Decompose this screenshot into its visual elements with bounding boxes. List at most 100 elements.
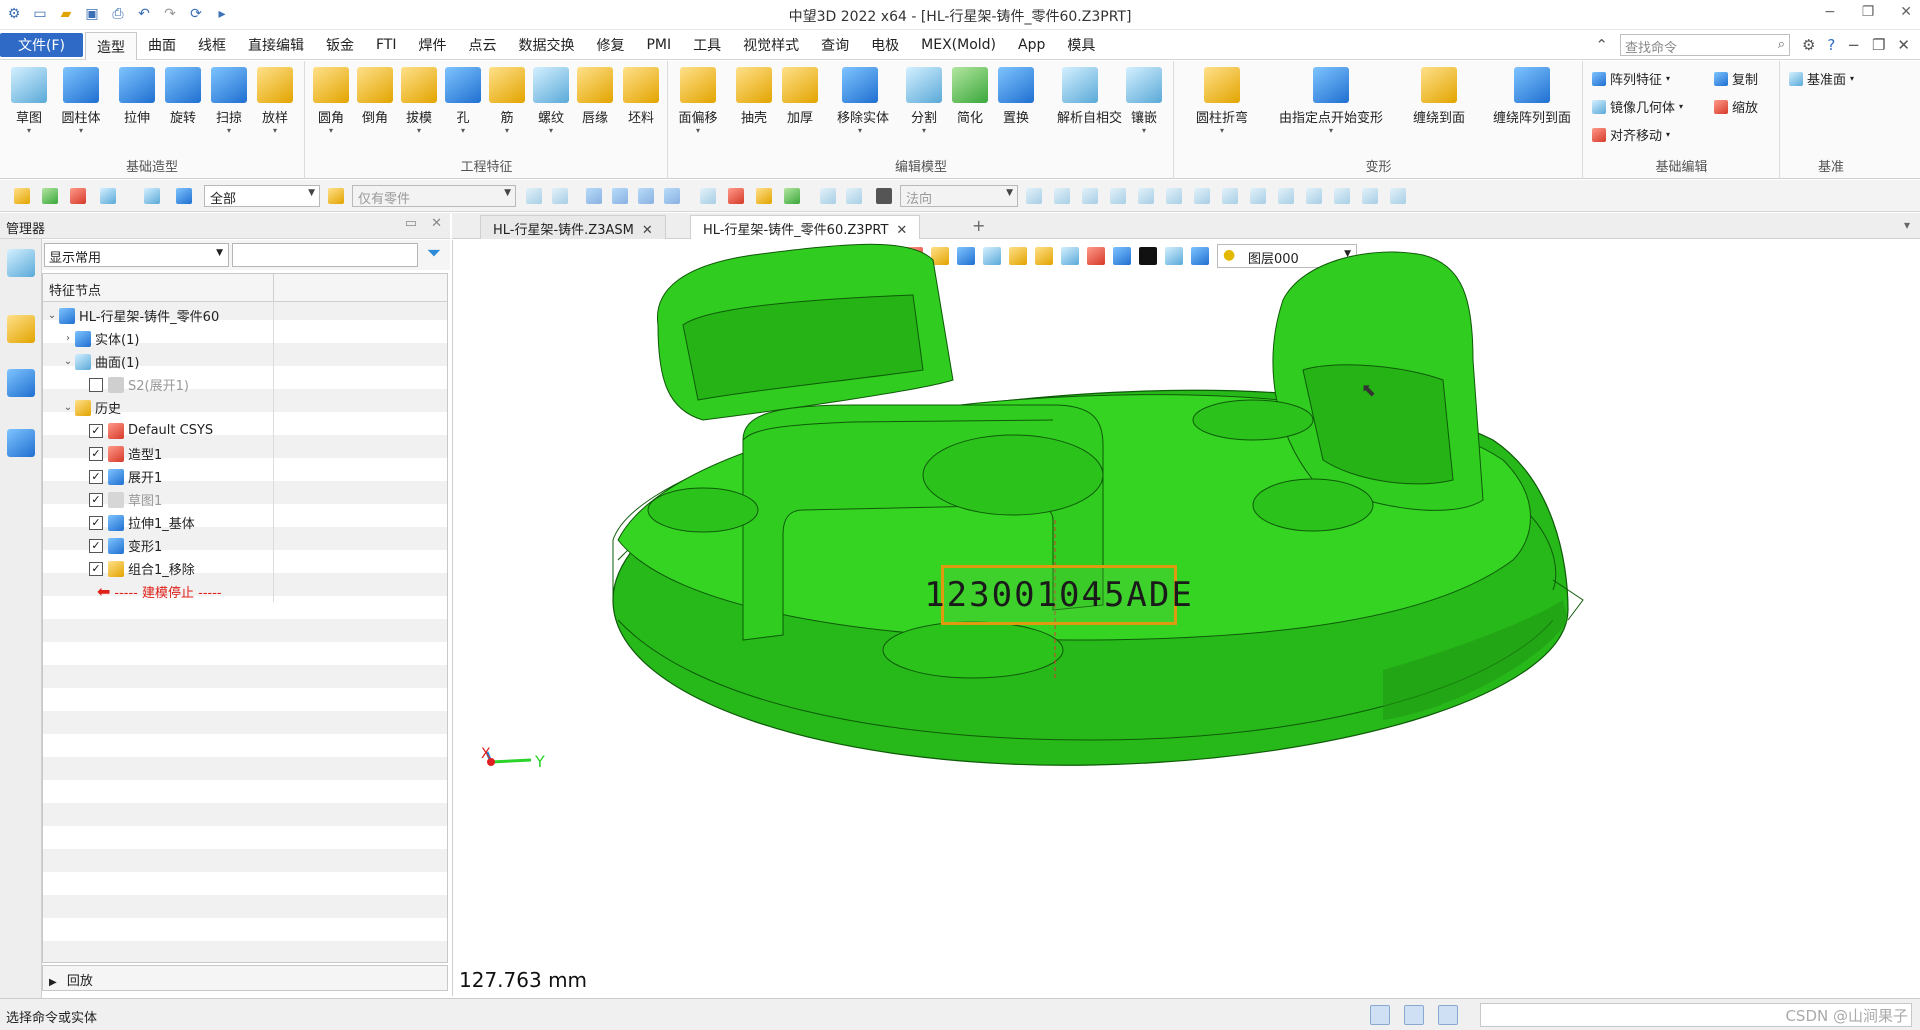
restore-button[interactable]: ❐ — [1862, 4, 1875, 20]
align-right-icon[interactable] — [638, 188, 654, 204]
remove-solid-button[interactable]: 移除实体 ▾ — [837, 65, 889, 145]
doc-restore-icon[interactable]: ❐ — [1872, 36, 1885, 54]
loft-button[interactable]: 放样 ▾ — [252, 65, 298, 145]
collapse-icon[interactable]: ⌄ — [45, 310, 59, 321]
tree-search-input[interactable] — [232, 243, 418, 267]
stock-button[interactable]: 坯料 — [618, 65, 664, 145]
line-icon[interactable] — [1138, 188, 1154, 204]
tab-assembly-doc[interactable]: HL-行星架-铸件.Z3ASM ✕ — [480, 215, 666, 239]
tree-node-unfold1[interactable]: ✓ 展开1 — [89, 465, 162, 488]
command-search-input[interactable]: 查找命令 ⌕ — [1619, 34, 1790, 56]
eye-icon[interactable] — [1362, 188, 1378, 204]
face-offset-button[interactable]: 面偏移 ▾ — [675, 65, 721, 145]
tab-fti[interactable]: FTI — [365, 30, 408, 60]
mirror-geometry-button[interactable]: 镜像几何体 ▾ — [1592, 97, 1683, 116]
inlay-button[interactable]: 镶嵌 ▾ — [1121, 65, 1167, 145]
visibility-checkbox[interactable]: ✓ — [89, 446, 103, 461]
tree-node-sketch1[interactable]: ✓ 草图1 — [89, 488, 162, 511]
stop-icon[interactable] — [876, 188, 892, 204]
cursor-snap-icon[interactable] — [1026, 188, 1042, 204]
add-selection-icon[interactable] — [42, 188, 58, 204]
tab-point-cloud[interactable]: 点云 — [457, 30, 507, 60]
snap2-icon[interactable] — [552, 188, 568, 204]
replace-button[interactable]: 置换 — [993, 65, 1039, 145]
circle-icon[interactable] — [1222, 188, 1238, 204]
build-stop-marker[interactable]: ⬅ ----- 建模停止 ----- — [97, 580, 222, 603]
thicken-button[interactable]: 加厚 — [777, 65, 823, 145]
copy-button[interactable]: 复制 — [1714, 69, 1758, 88]
tree-node-surface[interactable]: ⌄ 曲面(1) — [61, 350, 139, 373]
display-filter-select[interactable]: 显示常用 ▼ — [44, 243, 229, 267]
tab-list-icon[interactable]: ▾ — [1904, 218, 1910, 232]
close-tab-icon[interactable]: ✕ — [642, 223, 653, 238]
expand-icon[interactable]: › — [61, 333, 75, 344]
tree-node-combine1[interactable]: ✓ 组合1_移除 — [89, 557, 195, 580]
collapse-icon[interactable]: ⌄ — [61, 402, 75, 413]
chamfer-button[interactable]: 倒角 — [352, 65, 398, 145]
circle-center-icon[interactable] — [1194, 188, 1210, 204]
status-toggle-icon[interactable] — [1370, 1005, 1390, 1025]
shell-button[interactable]: 抽壳 — [731, 65, 777, 145]
tab-weldment[interactable]: 焊件 — [407, 30, 457, 60]
draft-button[interactable]: 拔模 ▾ — [396, 65, 442, 145]
filter-funnel-icon[interactable]: ⏷ — [422, 243, 446, 267]
tab-direct-edit[interactable]: 直接编辑 — [237, 30, 315, 60]
align-move-button[interactable]: 对齐移动 ▾ — [1592, 125, 1670, 144]
extrude-button[interactable]: 拉伸 — [114, 65, 160, 145]
tab-mex-mold[interactable]: MEX(Mold) — [910, 30, 1007, 60]
tab-visual-style[interactable]: 视觉样式 — [732, 30, 810, 60]
wave-icon[interactable] — [1278, 188, 1294, 204]
rib-button[interactable]: 筋 ▾ — [484, 65, 530, 145]
sweep-button[interactable]: 扫掠 ▾ — [206, 65, 252, 145]
history-tree-icon[interactable] — [7, 249, 35, 277]
close-tab-icon[interactable]: ✕ — [896, 223, 907, 238]
folder-filter-icon[interactable] — [756, 188, 772, 204]
snap-icon[interactable] — [526, 188, 542, 204]
visibility-checkbox[interactable]: ✓ — [89, 492, 103, 507]
visibility-checkbox[interactable]: ✓ — [89, 423, 103, 438]
bracket-icon[interactable] — [846, 188, 862, 204]
cylinder-bend-button[interactable]: 圆柱折弯 ▾ — [1187, 65, 1257, 145]
align-left-icon[interactable] — [586, 188, 602, 204]
user-icon[interactable] — [7, 429, 35, 457]
vee-icon[interactable] — [1250, 188, 1266, 204]
hex-select-icon[interactable] — [144, 188, 160, 204]
tangent-icon[interactable] — [1334, 188, 1350, 204]
align-center-icon[interactable] — [612, 188, 628, 204]
part-number-label[interactable]: 123001045ADE — [924, 565, 1192, 625]
visibility-checkbox[interactable]: ✓ — [89, 561, 103, 576]
tree-node-default-csys[interactable]: ✓ Default CSYS — [89, 419, 213, 442]
status-display-icon[interactable] — [1404, 1005, 1424, 1025]
cylinder-button[interactable]: 圆柱体 ▾ — [58, 65, 104, 145]
tab-data-exchange[interactable]: 数据交换 — [507, 30, 585, 60]
deform-from-point-button[interactable]: 由指定点开始变形 ▾ — [1271, 65, 1391, 145]
points-icon[interactable] — [1110, 188, 1126, 204]
tab-repair[interactable]: 修复 — [585, 30, 635, 60]
settings-gear-icon[interactable]: ⚙ — [1802, 36, 1815, 54]
hole-button[interactable]: 孔 ▾ — [440, 65, 486, 145]
tab-app[interactable]: App — [1007, 30, 1056, 60]
tab-wireframe[interactable]: 线框 — [187, 30, 237, 60]
tab-electrode[interactable]: 电极 — [860, 30, 910, 60]
diagonal-icon[interactable] — [1166, 188, 1182, 204]
help-icon[interactable]: ? — [1827, 36, 1835, 54]
pick-icon[interactable] — [700, 188, 716, 204]
doc-close-icon[interactable]: ✕ — [1897, 36, 1910, 54]
file-menu[interactable]: 文件(F) — [0, 33, 83, 57]
wrap-to-face-button[interactable]: 缠绕到面 — [1399, 65, 1479, 145]
tab-mold[interactable]: 模具 — [1056, 30, 1106, 60]
visibility-checkbox[interactable]: ✓ — [89, 538, 103, 553]
status-list-icon[interactable] — [1438, 1005, 1458, 1025]
new-tab-icon[interactable]: + — [972, 216, 985, 235]
align-top-icon[interactable] — [664, 188, 680, 204]
tab-sheet-metal[interactable]: 钣金 — [315, 30, 365, 60]
selection-filter-select[interactable]: 全部 ▼ — [204, 185, 320, 207]
direction-select[interactable]: 法向 ▼ — [900, 185, 1018, 207]
filter-chart-icon[interactable] — [176, 188, 192, 204]
doc-minimize-icon[interactable]: − — [1847, 36, 1860, 54]
tab-surface[interactable]: 曲面 — [137, 30, 187, 60]
thread-button[interactable]: 螺纹 ▾ — [528, 65, 574, 145]
view-manager-icon[interactable] — [7, 369, 35, 397]
wrap-pattern-button[interactable]: 缠绕阵列到面 — [1485, 65, 1579, 145]
collapse-icon[interactable]: ⌄ — [61, 356, 75, 367]
